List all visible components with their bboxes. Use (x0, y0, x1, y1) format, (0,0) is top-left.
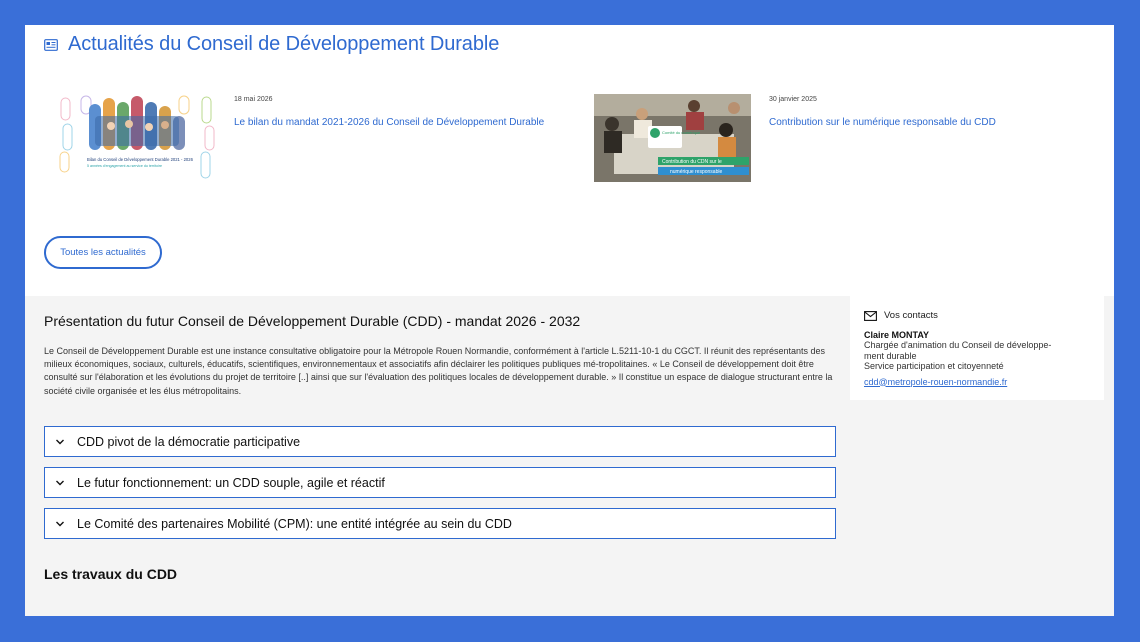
contact-role-cont: ment durable (864, 350, 917, 361)
news-link[interactable]: Contribution sur le numérique responsabl… (769, 117, 996, 128)
contacts-heading-label: Vos contacts (884, 310, 938, 321)
news-date: 18 mai 2026 (234, 96, 273, 103)
thumb-subcaption: 5 années d'engagement au service du terr… (87, 164, 162, 168)
thumb-subcaption: numérique responsable (670, 169, 722, 175)
news-card-text: 30 janvier 2025 Contribution sur le numé… (769, 94, 996, 182)
news-card-text: 18 mai 2026 Le bilan du mandat 2021-2026… (234, 94, 544, 182)
news-header: Actualités du Conseil de Développement D… (44, 33, 499, 56)
news-link[interactable]: Le bilan du mandat 2021-2026 du Conseil … (234, 117, 544, 128)
contact-service: Service participation et citoyenneté (864, 361, 1004, 371)
accordion-label: CDD pivot de la démocratie participative (77, 434, 301, 449)
news-date: 30 janvier 2025 (769, 96, 817, 103)
mail-icon (864, 310, 877, 321)
thumb-caption: Bilan du Conseil de Développement Durabl… (87, 157, 194, 162)
thumb-caption: Contribution du CDN sur le (662, 159, 722, 165)
bilan-illustration: Bilan du Conseil de Développement Durabl… (59, 95, 215, 179)
accordion-item[interactable]: Le futur fonctionnement: un CDD souple, … (44, 467, 836, 498)
contacts-heading: Vos contacts (864, 310, 1090, 321)
accordion-label: Le Comité des partenaires Mobilité (CPM)… (77, 516, 512, 531)
meeting-photo: Comité du numérique Contribution du CDN … (594, 94, 751, 182)
accordion-item[interactable]: CDD pivot de la démocratie participative (44, 426, 836, 457)
presentation-main: Présentation du futur Conseil de Dévelop… (44, 313, 839, 398)
thumb-badge: Comité du numérique (662, 130, 701, 135)
news-thumbnail[interactable]: Comité du numérique Contribution du CDN … (594, 94, 751, 182)
accordion-item[interactable]: Le Comité des partenaires Mobilité (CPM)… (44, 508, 836, 539)
presentation-paragraph: Le Conseil de Développement Durable est … (44, 346, 833, 396)
news-card[interactable]: Bilan du Conseil de Développement Durabl… (59, 94, 544, 182)
news-card[interactable]: Comité du numérique Contribution du CDN … (594, 94, 996, 182)
page: Actualités du Conseil de Développement D… (25, 25, 1114, 616)
travaux-title: Les travaux du CDD (44, 566, 178, 582)
chevron-down-icon (56, 439, 64, 444)
contacts-box: Vos contacts Claire MONTAY Chargée d'ani… (850, 296, 1104, 400)
news-thumbnail[interactable]: Bilan du Conseil de Développement Durabl… (59, 94, 216, 182)
chevron-down-icon (56, 521, 64, 526)
contact-name: Claire MONTAY (864, 330, 930, 340)
chevron-down-icon (56, 480, 64, 485)
newspaper-icon (44, 38, 58, 51)
all-news-button[interactable]: Toutes les actualités (44, 236, 162, 269)
presentation-title: Présentation du futur Conseil de Dévelop… (44, 313, 581, 329)
contact-email-link[interactable]: cdd@metropole-rouen-normandie.fr (864, 377, 1007, 387)
accordion-label: Le futur fonctionnement: un CDD souple, … (77, 475, 385, 490)
news-title: Actualités du Conseil de Développement D… (68, 33, 500, 55)
accordion-list: CDD pivot de la démocratie participative… (44, 426, 836, 539)
contact-role: Chargée d'animation du Conseil de dévelo… (864, 340, 1052, 350)
